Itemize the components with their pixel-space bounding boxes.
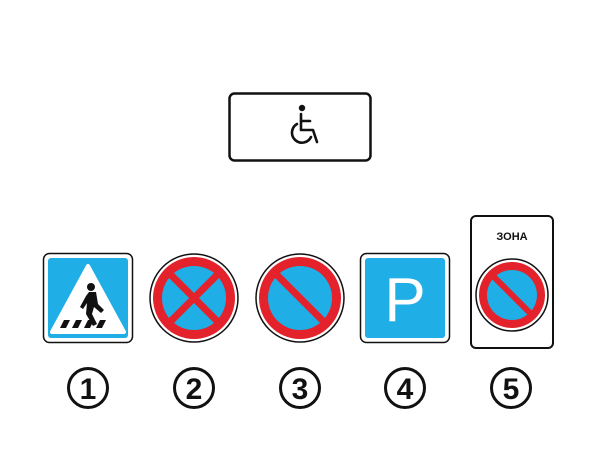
- number-badge-4: 4: [383, 366, 427, 410]
- disabled-plate: [228, 92, 372, 162]
- sign-no-parking: [254, 252, 346, 344]
- sign-no-stopping: [148, 252, 240, 344]
- number-badge-1: 1: [66, 366, 110, 410]
- sign-pedestrian-crossing: [42, 252, 134, 344]
- sign-no-parking-zone: ЗОНА: [470, 215, 554, 349]
- number-badge-3: 3: [278, 366, 322, 410]
- svg-text:1: 1: [80, 373, 97, 406]
- svg-text:3: 3: [292, 373, 309, 406]
- number-badge-2: 2: [172, 366, 216, 410]
- svg-text:5: 5: [503, 373, 520, 406]
- sign-parking: P: [359, 252, 451, 344]
- parking-icon: P: [384, 266, 425, 335]
- zone-label: ЗОНА: [496, 231, 527, 243]
- number-badge-5: 5: [489, 366, 533, 410]
- svg-text:2: 2: [186, 373, 203, 406]
- svg-text:4: 4: [397, 373, 414, 406]
